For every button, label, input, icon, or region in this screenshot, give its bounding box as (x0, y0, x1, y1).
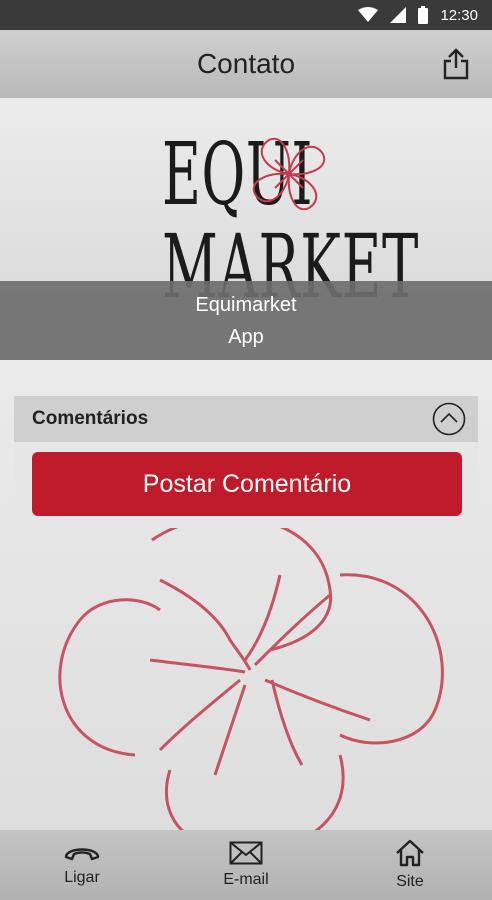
app-name-band: Equimarket App (0, 281, 492, 360)
nav-label-call: Ligar (64, 869, 100, 886)
app-name-line1: Equimarket (195, 293, 297, 316)
mail-icon (229, 841, 263, 865)
bottom-navigation: Ligar E-mail Site (0, 830, 492, 900)
status-bar: 12:30 (0, 0, 492, 30)
post-comment-button[interactable]: Postar Comentário (32, 452, 462, 516)
page-title: Contato (196, 48, 296, 79)
nav-item-call[interactable]: Ligar (0, 830, 164, 900)
phone-icon (64, 848, 100, 861)
app-bar: Contato (0, 30, 492, 98)
background-flower-icon (58, 515, 444, 853)
battery-icon (418, 6, 429, 24)
app-name-line2: App (228, 325, 264, 348)
home-icon (396, 839, 424, 867)
status-time: 12:30 (440, 6, 478, 24)
flower-logo-icon (252, 137, 326, 211)
share-icon[interactable] (442, 48, 470, 80)
nav-label-email: E-mail (223, 871, 269, 888)
nav-item-email[interactable]: E-mail (164, 830, 328, 900)
comments-section-header[interactable]: Comentários (14, 396, 478, 442)
comments-title: Comentários (32, 408, 149, 429)
chevron-up-icon[interactable] (432, 402, 466, 436)
signal-icon (390, 7, 407, 23)
profile-header: EQUI MARKET Equimarket App (0, 98, 492, 360)
nav-label-site: Site (396, 873, 424, 890)
nav-item-site[interactable]: Site (328, 830, 492, 900)
wifi-icon (358, 7, 379, 22)
